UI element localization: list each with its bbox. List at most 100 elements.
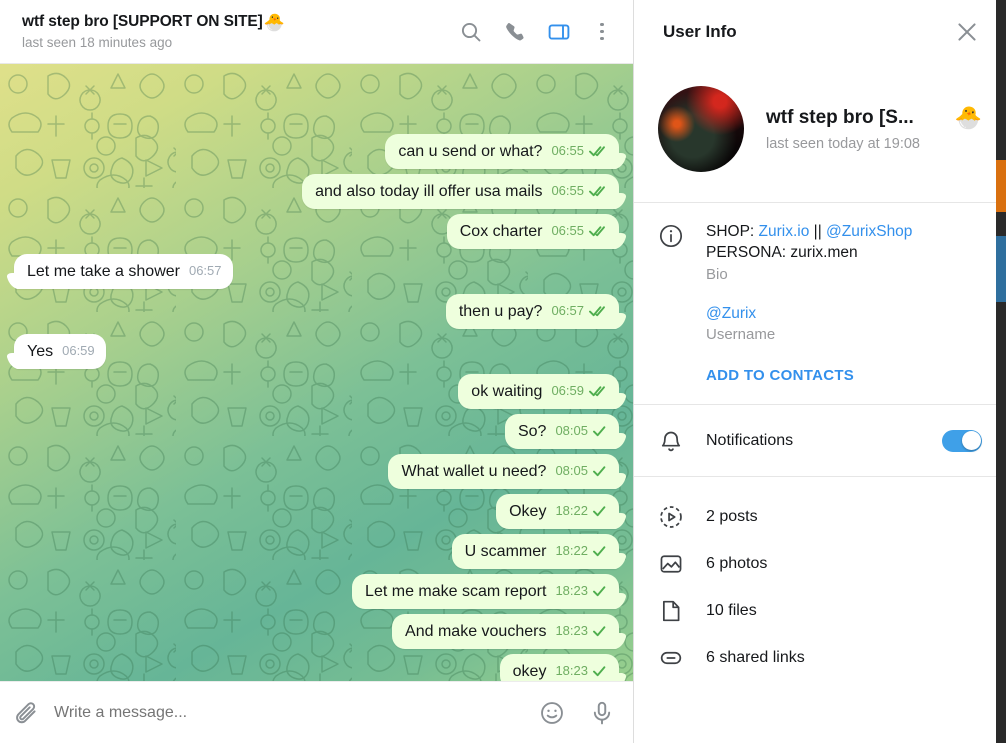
message-time: 18:23 (555, 623, 588, 638)
outgoing-message-bubble[interactable]: okey 18:23 (499, 654, 619, 681)
incoming-message-bubble[interactable]: Let me take a shower 06:57 (14, 254, 233, 289)
message-time: 18:22 (555, 503, 588, 518)
outgoing-message-bubble[interactable]: U scammer 18:22 (451, 534, 619, 569)
outgoing-message-bubble[interactable]: Let me make scam report 18:23 (352, 574, 619, 609)
media-row-posts[interactable]: 2 posts (658, 493, 982, 540)
media-row-shared-links[interactable]: 6 shared links (658, 634, 982, 681)
single-check-icon (593, 465, 608, 477)
message-row: Let me make scam report 18:23 (10, 574, 623, 609)
add-to-contacts-button[interactable]: ADD TO CONTACTS (706, 367, 982, 384)
notifications-toggle[interactable] (942, 429, 982, 452)
message-text: can u send or what? (398, 143, 543, 160)
media-label: 10 files (706, 601, 757, 619)
single-check-icon (593, 505, 608, 517)
outgoing-message-bubble[interactable]: then u pay? 06:57 (445, 294, 619, 329)
chick-box-emoji-icon: 🐣 (954, 104, 982, 130)
media-label: 2 posts (706, 507, 758, 525)
message-row: Okey 18:22 (10, 494, 623, 529)
username-value[interactable]: @Zurix (706, 305, 982, 323)
outgoing-message-bubble[interactable]: And make vouchers 18:23 (392, 614, 619, 649)
message-time: 18:22 (555, 543, 588, 558)
media-row-files[interactable]: 10 files (658, 587, 982, 634)
chat-title: wtf step bro [SUPPORT ON SITE] 🐣 (22, 13, 459, 31)
link-icon (660, 651, 682, 664)
microphone-icon[interactable] (589, 700, 615, 726)
bio-line-2: PERSONA: zurix.men (706, 244, 858, 261)
message-row: U scammer 18:22 (10, 534, 623, 569)
message-text: So? (517, 423, 547, 440)
bio-block: SHOP: Zurix.io || @ZurixShop PERSONA: zu… (634, 203, 1006, 405)
user-info-panel: User Info wtf step bro [S... 🐣 last seen… (633, 0, 1006, 743)
bio-shop-prefix: SHOP: (706, 223, 759, 240)
message-row: then u pay? 06:57 (10, 294, 623, 329)
message-time: 06:55 (551, 183, 584, 198)
message-list[interactable]: can u send or what? 06:55 and also today i… (0, 64, 633, 681)
notifications-row[interactable]: Notifications (634, 405, 1006, 477)
bio-link-site[interactable]: Zurix.io (759, 223, 810, 240)
message-text: Yes (27, 343, 54, 360)
message-text: okey (512, 663, 547, 680)
media-list: 2 posts 6 photos 10 files 6 shared links (634, 477, 1006, 743)
outgoing-message-bubble[interactable]: can u send or what? 06:55 (385, 134, 619, 169)
more-options-icon[interactable] (591, 20, 613, 44)
message-time: 06:55 (551, 223, 584, 238)
message-meta: 06:55 (551, 221, 608, 242)
double-check-icon (589, 225, 608, 237)
message-meta: 18:22 (555, 541, 608, 562)
info-panel-icon[interactable] (547, 20, 571, 44)
paperclip-icon[interactable] (14, 700, 40, 726)
chat-column: wtf step bro [SUPPORT ON SITE] 🐣 last se… (0, 0, 633, 743)
chat-title-text: wtf step bro [SUPPORT ON SITE] (22, 13, 263, 30)
message-row: Cox charter 06:55 (10, 214, 623, 249)
message-meta: 08:05 (555, 461, 608, 482)
profile-text: wtf step bro [S... 🐣 last seen today at … (766, 104, 982, 152)
profile-name-text: wtf step bro [S... (766, 106, 914, 128)
message-meta: 18:22 (555, 501, 608, 522)
message-text: What wallet u need? (401, 463, 547, 480)
media-label: 6 photos (706, 554, 768, 572)
info-circle-icon (659, 224, 683, 248)
message-meta: 06:59 (551, 381, 608, 402)
bio-link-shop[interactable]: @ZurixShop (826, 223, 912, 240)
message-time: 06:59 (551, 383, 584, 398)
single-check-icon (593, 585, 608, 597)
avatar[interactable] (658, 86, 744, 172)
message-row: Let me take a shower 06:57 (10, 254, 623, 289)
close-icon[interactable] (954, 19, 980, 45)
panel-title: User Info (663, 22, 737, 41)
outgoing-message-bubble[interactable]: Okey 18:22 (496, 494, 619, 529)
outgoing-message-bubble[interactable]: So? 08:05 (504, 414, 619, 449)
message-row: and also today ill offer usa mails 06:55 (10, 174, 623, 209)
bio-line-1: SHOP: Zurix.io || @ZurixShop (706, 221, 982, 242)
message-input[interactable] (54, 703, 525, 722)
message-row: okey 18:23 (10, 654, 623, 681)
outgoing-message-bubble[interactable]: ok waiting 06:59 (458, 374, 619, 409)
search-icon[interactable] (459, 20, 483, 44)
phone-icon[interactable] (503, 20, 527, 44)
smiley-icon[interactable] (539, 700, 565, 726)
profile-card: wtf step bro [S... 🐣 last seen today at … (634, 64, 1006, 203)
message-meta: 06:57 (189, 261, 222, 282)
message-meta: 18:23 (555, 621, 608, 642)
incoming-message-bubble[interactable]: Yes 06:59 (14, 334, 106, 369)
message-text: And make vouchers (405, 623, 547, 640)
media-row-photos[interactable]: 6 photos (658, 540, 982, 587)
chat-header-text[interactable]: wtf step bro [SUPPORT ON SITE] 🐣 last se… (22, 13, 459, 50)
header-actions (459, 20, 619, 44)
outgoing-message-bubble[interactable]: Cox charter 06:55 (446, 214, 619, 249)
message-row: ok waiting 06:59 (10, 374, 623, 409)
double-check-icon (589, 305, 608, 317)
message-time: 18:23 (555, 663, 588, 678)
message-text: ok waiting (471, 383, 543, 400)
message-text: then u pay? (458, 303, 543, 320)
chick-box-emoji-icon: 🐣 (263, 12, 285, 32)
outgoing-message-bubble[interactable]: What wallet u need? 08:05 (388, 454, 619, 489)
double-check-icon (589, 385, 608, 397)
message-text: and also today ill offer usa mails (315, 183, 543, 200)
message-row: Yes 06:59 (10, 334, 623, 369)
outgoing-message-bubble[interactable]: and also today ill offer usa mails 06:55 (302, 174, 619, 209)
double-check-icon (589, 185, 608, 197)
bio-label: Bio (706, 266, 728, 283)
message-text: U scammer (464, 543, 547, 560)
profile-name: wtf step bro [S... 🐣 (766, 104, 982, 130)
